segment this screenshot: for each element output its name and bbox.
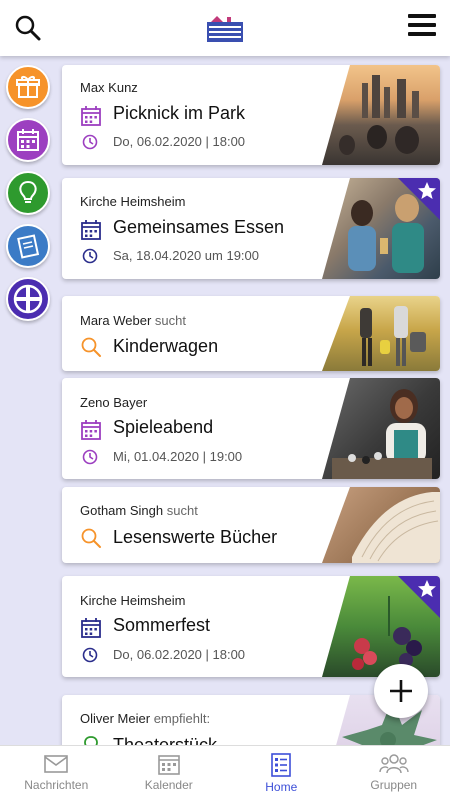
- tab-label: Kalender: [144, 778, 193, 792]
- card-title: Gemeinsames Essen: [113, 217, 285, 237]
- card-date: Do, 06.02.2020 | 18:00: [113, 134, 246, 149]
- feed-card[interactable]: Kirche Heimsheim Sommerfest Do, 06.02.20…: [62, 576, 440, 677]
- tab-label: Nachrichten: [24, 778, 89, 792]
- add-button[interactable]: [374, 664, 428, 718]
- tab-label: Gruppen: [370, 778, 418, 792]
- hamburger-menu-icon[interactable]: [408, 14, 436, 38]
- card-author: Gotham Singh sucht: [80, 503, 198, 518]
- card-image: [322, 65, 440, 165]
- feed-card[interactable]: Mara Weber sucht Kinderwagen: [62, 296, 440, 371]
- card-author: Kirche Heimsheim: [80, 593, 186, 608]
- clock-icon: [82, 134, 98, 150]
- bottom-navigation: Nachrichten Kalender Home Gruppen: [0, 745, 450, 800]
- list-icon: [271, 753, 292, 777]
- card-author: Mara Weber sucht: [80, 313, 186, 328]
- feed-card[interactable]: Zeno Bayer Spieleabend Mi, 01.04.2020 | …: [62, 378, 440, 479]
- card-title: Spieleabend: [113, 417, 214, 437]
- clock-icon: [82, 647, 98, 663]
- search-icon: [81, 528, 101, 548]
- plus-icon: [390, 680, 412, 702]
- cross-circle-icon: [13, 284, 43, 314]
- search-icon: [81, 337, 101, 357]
- gift-icon: [16, 76, 40, 98]
- card-title: Lesenswerte Bücher: [113, 527, 278, 547]
- star-icon: [418, 182, 436, 199]
- faith-button[interactable]: [6, 277, 50, 321]
- calendar-icon: [81, 220, 101, 240]
- tab-gruppen[interactable]: Gruppen: [338, 746, 450, 800]
- card-title: Theaterstück: [113, 735, 218, 745]
- card-author: Oliver Meier empfiehlt:: [80, 711, 211, 726]
- mail-icon: [44, 755, 69, 773]
- lightbulb-icon: [19, 180, 37, 203]
- card-title: Kinderwagen: [113, 336, 219, 356]
- card-author: Zeno Bayer: [80, 395, 148, 410]
- tab-nachrichten[interactable]: Nachrichten: [0, 746, 113, 800]
- star-icon: [418, 580, 436, 597]
- feed-card[interactable]: Gotham Singh sucht Lesenswerte Bücher: [62, 487, 440, 563]
- tab-home[interactable]: Home: [225, 746, 338, 800]
- gift-button[interactable]: [6, 65, 50, 109]
- ideas-button[interactable]: [6, 171, 50, 215]
- card-date: Mi, 01.04.2020 | 19:00: [113, 449, 243, 464]
- calendar-button[interactable]: [6, 118, 50, 162]
- card-author: Max Kunz: [80, 80, 138, 95]
- tab-label: Home: [265, 780, 298, 794]
- group-icon: [379, 754, 409, 774]
- clock-icon: [82, 248, 98, 264]
- calendar-icon: [81, 106, 101, 126]
- card-date: Sa, 18.04.2020 um 19:00: [113, 248, 260, 263]
- clock-icon: [82, 449, 98, 465]
- notes-button[interactable]: [6, 224, 50, 268]
- card-title: Picknick im Park: [113, 103, 246, 123]
- calendar-icon: [81, 618, 101, 638]
- calendar-icon: [81, 420, 101, 440]
- feed-card[interactable]: Kirche Heimsheim Gemeinsames Essen Sa, 1…: [62, 178, 440, 279]
- notes-icon: [17, 234, 40, 259]
- card-date: Do, 06.02.2020 | 18:00: [113, 647, 246, 662]
- feed-card[interactable]: Max Kunz Picknick im Park Do, 06.02.2020…: [62, 65, 440, 165]
- lightbulb-icon: [84, 736, 98, 745]
- calendar-icon: [17, 129, 39, 151]
- card-image: [322, 487, 440, 563]
- feed-area: Max Kunz Picknick im Park Do, 06.02.2020…: [0, 56, 450, 745]
- tab-kalender[interactable]: Kalender: [113, 746, 226, 800]
- card-image: [322, 296, 440, 371]
- card-title: Sommerfest: [113, 615, 211, 635]
- search-icon[interactable]: [14, 14, 42, 42]
- church-app-logo: [207, 16, 243, 42]
- card-image: [322, 378, 440, 479]
- card-author: Kirche Heimsheim: [80, 194, 186, 209]
- app-header: [0, 0, 450, 56]
- calendar-icon: [157, 755, 180, 775]
